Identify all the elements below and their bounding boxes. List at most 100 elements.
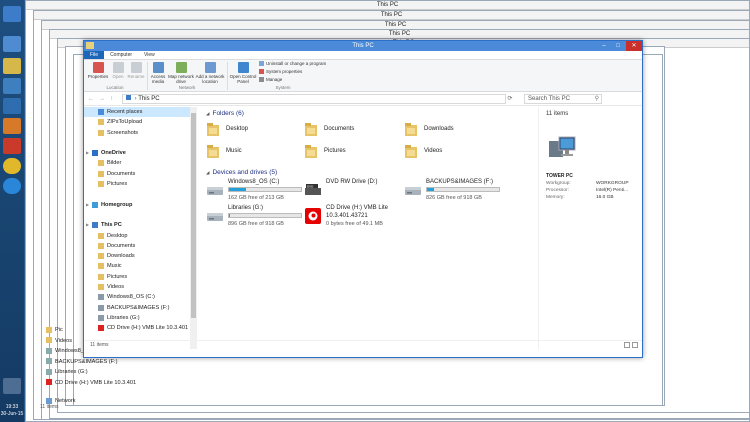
refresh-icon[interactable]: ⟳ (506, 95, 514, 102)
search-input[interactable]: Search This PC ⚲ (524, 93, 602, 104)
drive-label: DVD RW Drive (D:) (326, 179, 378, 185)
drive-free-space: 0 bytes free of 49.1 MB (326, 221, 383, 227)
nav-item[interactable]: Downloads (84, 251, 196, 261)
close-button[interactable]: ✕ (626, 41, 642, 51)
nav-scrollbar[interactable] (190, 107, 197, 349)
store-icon[interactable] (3, 78, 21, 94)
system-properties-button[interactable]: System properties (259, 69, 302, 75)
chrome-icon[interactable] (3, 158, 21, 174)
open-control-panel-button[interactable]: Open Control Panel (229, 62, 257, 84)
folder-icon (98, 273, 104, 280)
open-icon (112, 62, 124, 73)
nav-item-label: BACKUPS&IMAGES (F:) (107, 304, 170, 311)
status-bar: 11 items (84, 340, 642, 349)
cd-drive-icon (46, 379, 52, 386)
rename-icon (130, 62, 142, 73)
drive-free-space: 162 GB free of 213 GB (228, 195, 284, 201)
app-red-icon[interactable] (3, 138, 21, 154)
search-icon: ⚲ (594, 95, 599, 102)
manage-icon (259, 77, 264, 83)
drives-header[interactable]: ◢ Devices and drives (5) (206, 169, 277, 176)
quick-access-icon[interactable] (86, 42, 94, 49)
uninstall-program-button[interactable]: Uninstall or change a program (259, 61, 326, 67)
drive-icon (98, 304, 104, 311)
drive-item[interactable]: Windows8_OS (C:) 162 GB free of 213 GB (206, 179, 302, 203)
folders-header[interactable]: ◢ Folders (6) (206, 110, 244, 117)
desktop-icon[interactable] (3, 36, 21, 52)
folder-icon (98, 263, 104, 270)
title-bar[interactable]: This PC – □ ✕ (84, 41, 642, 51)
maximize-button[interactable]: □ (612, 41, 624, 51)
nav-item[interactable]: Music (84, 261, 196, 271)
nav-item-label: Downloads (107, 253, 135, 260)
manage-button[interactable]: Manage (259, 77, 282, 83)
nav-item[interactable]: ▶ OneDrive (84, 148, 196, 158)
nav-item[interactable]: BACKUPS&IMAGES (F:) (84, 303, 196, 313)
nav-item[interactable]: Bilder (84, 158, 196, 168)
nav-item[interactable]: Recent places (84, 107, 196, 118)
open-button[interactable]: Open (110, 62, 126, 79)
back-icon[interactable]: ← (88, 96, 94, 102)
access-media-button[interactable]: Access media (149, 62, 167, 84)
expand-chevron-icon[interactable]: ▶ (86, 148, 89, 158)
folder-icon (207, 123, 219, 136)
nav-item-label: Homegroup (101, 201, 133, 208)
computer-icon (549, 136, 576, 157)
map-network-drive-button[interactable]: Map network drive (168, 62, 194, 84)
details-view-icon[interactable] (624, 342, 630, 348)
uninstall-icon (259, 61, 264, 67)
navigation-pane: Recent places ZIPsToUpload Screenshots ▶ One… (84, 107, 197, 349)
clock-time: 19:33 (5, 404, 19, 410)
nav-item[interactable]: ZIPsToUpload (84, 117, 196, 127)
address-input[interactable]: › This PC (122, 93, 506, 104)
tab-view[interactable]: View (138, 51, 161, 59)
drive-usage-bar (228, 187, 302, 192)
large-icons-view-icon[interactable] (632, 342, 638, 348)
nav-item[interactable]: Documents (84, 169, 196, 179)
up-icon[interactable]: ↑ (110, 96, 113, 102)
nav-item[interactable]: ▶ This PC (84, 220, 196, 230)
drive-item[interactable]: DVD DVD RW Drive (D:) (304, 179, 394, 203)
pc-icon (92, 222, 98, 229)
back-arrow-icon[interactable] (3, 6, 21, 22)
tab-computer[interactable]: Computer (104, 51, 138, 59)
nav-item[interactable]: ▶ Homegroup (84, 200, 196, 210)
nav-item[interactable]: Videos (84, 282, 196, 292)
nav-item[interactable]: Documents (84, 241, 196, 251)
drive-label-line2: 10.3.401.43721 (326, 213, 368, 219)
media-icon[interactable] (3, 118, 21, 134)
media-server-icon (152, 62, 164, 73)
nav-item-label: Videos (107, 284, 125, 291)
drive-item[interactable]: CD Drive (H:) VMB Lite 10.3.401.43721 0 by… (304, 205, 394, 229)
nav-item[interactable]: Desktop (84, 231, 196, 241)
nav-item[interactable]: Pictures (84, 272, 196, 282)
expand-chevron-icon[interactable]: ▶ (86, 200, 89, 210)
detail-row: Processor: Intel(R) Penti... (546, 188, 628, 193)
nav-item[interactable]: Libraries (G:) (84, 313, 196, 323)
nav-item[interactable]: Windows8_OS (C:) (84, 292, 196, 302)
folder-icon (98, 160, 104, 167)
file-explorer-icon[interactable] (3, 58, 21, 74)
drive-item[interactable]: BACKUPS&IMAGES (F:) 826 GB free of 918 GB (404, 179, 500, 203)
expand-chevron-icon[interactable]: ▶ (86, 220, 89, 230)
hard-drive-icon (207, 213, 223, 221)
add-network-location-button[interactable]: Add a network location (195, 62, 225, 84)
folder-label: Documents (324, 126, 355, 132)
forward-icon[interactable]: → (99, 96, 105, 102)
nav-item[interactable]: Pictures (84, 179, 196, 189)
tray-icon[interactable] (3, 378, 21, 394)
nav-item-label: Pictures (107, 273, 128, 280)
ie-icon[interactable] (3, 178, 21, 194)
properties-button[interactable]: Properties (87, 62, 109, 79)
rename-button[interactable]: Rename (126, 62, 146, 79)
nav-item-label: Documents (107, 242, 136, 249)
drive-item[interactable]: Libraries (G:) 896 GB free of 918 GB (206, 205, 302, 229)
clock-date: 30-Jun-15 (0, 411, 24, 417)
tab-file[interactable]: File (84, 51, 105, 59)
nav-item[interactable]: Screenshots (84, 128, 196, 138)
minimize-button[interactable]: – (598, 41, 610, 51)
app-icon[interactable] (3, 98, 21, 114)
nav-item[interactable]: CD Drive (H:) VMB Lite 10.3.401 (84, 323, 196, 333)
